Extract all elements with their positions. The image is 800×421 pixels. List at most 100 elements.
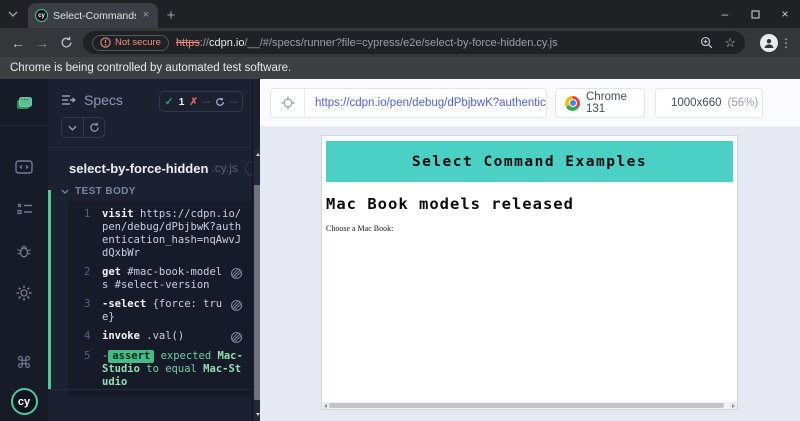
cypress-favicon-icon: cy <box>35 9 48 22</box>
aut-header-bar: https://cdpn.io/pen/debug/dPbjbwK?authen… <box>260 79 800 127</box>
hscrollbar-thumb[interactable] <box>329 403 724 408</box>
aut-url-box[interactable]: https://cdpn.io/pen/debug/dPbjbwK?authen… <box>270 88 547 118</box>
spec-duration-badge: 00:06 <box>244 160 252 176</box>
command-body: invoke .val() <box>102 330 227 343</box>
pending-icon <box>216 97 225 106</box>
new-tab-button[interactable]: + <box>158 3 184 28</box>
test-passed-edge-indicator <box>48 190 51 390</box>
command-row-invoke[interactable]: 4 invoke .val() <box>68 327 251 347</box>
not-secure-icon <box>100 37 111 48</box>
spec-file-row[interactable]: select-by-force-hidden .cy.js 00:06 <box>62 157 252 179</box>
command-name: -select <box>102 298 147 310</box>
command-body: - assert expected Mac-Studio to equal Mac… <box>102 350 245 389</box>
scroll-left-arrow[interactable] <box>322 402 329 409</box>
command-row-get[interactable]: 2 get #mac-book-models #select-version <box>68 263 251 295</box>
command-args: #mac-book-models #select-version <box>102 266 223 291</box>
address-bar[interactable]: Not secure https://cdpn.io/__/#/specs/ru… <box>83 31 745 54</box>
sidebar-code-icon[interactable] <box>0 150 48 184</box>
command-args: .val() <box>146 330 185 342</box>
chevron-down-icon <box>633 102 635 104</box>
zoom-icon[interactable] <box>700 36 713 49</box>
aut-horizontal-scrollbar[interactable] <box>322 402 737 409</box>
failed-count: -- <box>203 95 211 108</box>
hidden-element-icon <box>227 266 245 280</box>
aut-page-heading: Mac Book models released <box>326 195 574 213</box>
browser-tab[interactable]: cy Select-Commands-in-Cypress-E × <box>28 3 158 28</box>
sidebar-debug-icon[interactable] <box>0 234 48 268</box>
minimize-button[interactable]: – <box>710 0 740 28</box>
rerun-tests-button[interactable] <box>83 118 104 137</box>
pending-count: -- <box>230 95 238 108</box>
bookmark-star-icon[interactable]: ☆ <box>724 36 736 49</box>
hidden-element-icon <box>227 330 245 344</box>
infobar-text: Chrome is being controlled by automated … <box>10 62 292 74</box>
test-body-label: TEST BODY <box>75 186 136 197</box>
command-row-visit[interactable]: 1 visit https://cdpn.io/pen/debug/dPbjbw… <box>68 205 251 263</box>
cypress-app: ⌘ cy Specs ✓ 1 ✗ -- -- select-by-force-hid… <box>0 79 800 421</box>
url-text: https://cdpn.io/__/#/specs/runner?file=c… <box>176 37 693 49</box>
aut-region: https://cdpn.io/pen/debug/dPbjbwK?authen… <box>260 79 800 421</box>
maximize-button[interactable] <box>740 0 770 28</box>
url-path: /__/#/specs/runner?file=cypress/e2e/sele… <box>244 36 558 49</box>
url-scheme: https <box>175 36 200 49</box>
profile-avatar[interactable] <box>760 33 778 52</box>
tab-search-button[interactable] <box>0 0 26 28</box>
specs-controls <box>61 117 105 138</box>
url-host: cdpn.io <box>208 36 245 49</box>
command-body: get #mac-book-models #select-version <box>102 266 227 292</box>
browser-selector[interactable]: Chrome 131 <box>555 88 645 118</box>
tab-close-icon[interactable]: × <box>141 8 151 23</box>
url-separator: :// <box>199 36 209 49</box>
passed-check-icon: ✓ <box>164 95 174 108</box>
sidebar-runs-icon[interactable] <box>0 192 48 226</box>
passed-count: 1 <box>178 95 185 108</box>
aut-url-text[interactable]: https://cdpn.io/pen/debug/dPbjbwK?authen… <box>305 97 546 109</box>
reporter-scrollbar[interactable] <box>252 79 261 421</box>
viewport-size-label: 1000x660 <box>671 97 722 109</box>
specs-list-icon <box>62 95 76 105</box>
sidebar-shortcuts-icon[interactable]: ⌘ <box>0 346 48 380</box>
automation-infobar: Chrome is being controlled by automated … <box>0 57 800 79</box>
test-body-section[interactable]: TEST BODY <box>61 186 136 197</box>
scroll-right-arrow[interactable] <box>730 402 737 409</box>
crosshair-icon <box>280 96 295 110</box>
command-name: get <box>102 266 121 278</box>
selector-playground-button[interactable] <box>271 89 305 117</box>
reporter-divider <box>48 147 252 148</box>
chevron-down-icon <box>61 189 69 194</box>
aut-choose-label: Choose a Mac Book: <box>326 224 394 233</box>
back-icon[interactable]: ← <box>6 31 30 55</box>
test-stats: ✓ 1 ✗ -- -- <box>159 91 243 112</box>
command-number: 2 <box>84 266 91 278</box>
not-secure-label: Not secure <box>115 37 161 48</box>
omnibox-actions: ☆ <box>700 36 736 49</box>
tab-title: Select-Commands-in-Cypress-E <box>53 9 136 22</box>
hidden-element-icon <box>227 298 245 312</box>
command-name: visit <box>102 208 134 220</box>
command-row-assert[interactable]: 5 - assert expected Mac-Studio to equal M… <box>68 347 251 392</box>
not-secure-chip[interactable]: Not secure <box>92 34 169 51</box>
browser-selector-label: Chrome 131 <box>586 91 627 115</box>
sidebar-settings-icon[interactable] <box>0 276 48 310</box>
aut-page-banner: Select Command Examples <box>326 141 733 182</box>
close-window-button[interactable]: × <box>770 0 800 28</box>
assert-text: to equal <box>146 363 197 375</box>
collapse-all-button[interactable] <box>62 118 83 137</box>
viewport-selector[interactable]: 1000x660 (56%) <box>655 88 763 118</box>
browser-toolbar: ← → Not secure https://cdpn.io/__/#/spec… <box>0 28 800 57</box>
assert-text: expected <box>160 350 212 362</box>
sidebar-divider <box>0 125 48 126</box>
browser-tab-strip: cy Select-Commands-in-Cypress-E × + – × <box>0 0 800 28</box>
command-number: 3 <box>84 298 91 310</box>
browser-menu-icon[interactable]: ⋮ <box>778 36 794 50</box>
cypress-logo[interactable]: cy <box>10 388 38 415</box>
command-row-select[interactable]: 3 -select {force: true} <box>68 295 251 327</box>
reporter-bottom-divider <box>48 389 252 390</box>
forward-icon[interactable]: → <box>30 31 54 55</box>
refresh-icon[interactable] <box>54 31 78 55</box>
window-controls: – × <box>710 0 800 28</box>
sidebar-specs-icon[interactable] <box>0 87 48 121</box>
spec-name: select-by-force-hidden <box>69 160 209 176</box>
chrome-icon <box>565 95 580 111</box>
spec-extension: .cy.js <box>211 161 238 175</box>
